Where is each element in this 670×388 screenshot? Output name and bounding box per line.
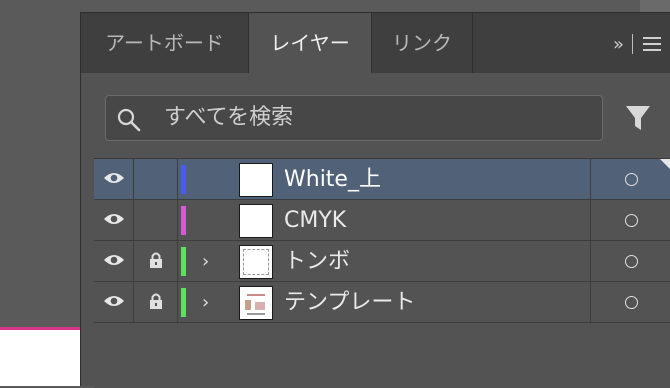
tab-layers[interactable]: レイヤー: [249, 13, 372, 73]
layer-row-white[interactable]: White_上: [94, 159, 670, 200]
eye-icon: [103, 252, 125, 271]
search-field[interactable]: すべてを検索: [105, 95, 603, 141]
eye-icon: [103, 293, 125, 312]
filter-icon[interactable]: [624, 103, 652, 137]
target-circle-icon: [624, 214, 638, 227]
layer-name[interactable]: White_上: [284, 159, 381, 200]
layer-color-swatch: [181, 247, 186, 276]
expand-panel-icon[interactable]: »: [613, 34, 624, 55]
target-circle-icon: [624, 173, 638, 186]
layer-thumbnail: [239, 245, 273, 279]
layer-thumbnail: [239, 163, 273, 197]
layer-name[interactable]: トンボ: [284, 241, 350, 282]
visibility-toggle[interactable]: [94, 282, 134, 323]
layer-thumbnail: [239, 286, 273, 320]
window-edge: [640, 0, 670, 12]
layer-target[interactable]: [590, 159, 670, 200]
layer-name[interactable]: CMYK: [284, 200, 346, 241]
divider: [632, 34, 633, 54]
layer-target[interactable]: [590, 241, 670, 282]
visibility-toggle[interactable]: [94, 200, 134, 241]
search-placeholder: すべてを検索: [164, 105, 294, 130]
hamburger-menu-icon[interactable]: [643, 37, 661, 51]
panel-tab-bar: アートボード レイヤー リンク »: [81, 13, 670, 73]
layer-color-swatch: [181, 165, 186, 194]
layer-target[interactable]: [590, 200, 670, 241]
lock-toggle[interactable]: [134, 159, 178, 200]
eye-icon: [103, 170, 125, 189]
layers-panel: アートボード レイヤー リンク » すべてを検索 White_上 CMYK › …: [80, 12, 670, 388]
chevron-right-icon[interactable]: ›: [202, 292, 209, 313]
tab-links[interactable]: リンク: [372, 13, 473, 73]
search-icon: [116, 107, 142, 137]
layer-list: White_上 CMYK › トンボ › テンプレート: [94, 158, 670, 388]
lock-icon: [149, 251, 163, 273]
layer-name[interactable]: テンプレート: [284, 282, 415, 323]
lock-toggle[interactable]: [134, 200, 178, 241]
panel-controls: »: [613, 33, 661, 55]
chevron-right-icon[interactable]: ›: [202, 251, 209, 272]
layer-row-cmyk[interactable]: CMYK: [94, 200, 670, 241]
eye-icon: [103, 211, 125, 230]
layer-color-swatch: [181, 206, 186, 235]
artboard: [0, 330, 80, 386]
lock-toggle[interactable]: [134, 282, 178, 323]
layer-row-tombo[interactable]: › トンボ: [94, 241, 670, 282]
layer-target[interactable]: [590, 282, 670, 323]
target-circle-icon: [624, 296, 638, 309]
selection-corner-icon: [660, 159, 670, 170]
lock-icon: [149, 292, 163, 314]
layer-thumbnail: [239, 204, 273, 238]
lock-toggle[interactable]: [134, 241, 178, 282]
visibility-toggle[interactable]: [94, 241, 134, 282]
target-circle-icon: [624, 255, 638, 268]
layer-row-template[interactable]: › テンプレート: [94, 282, 670, 323]
tab-artboards[interactable]: アートボード: [81, 13, 249, 73]
layer-color-swatch: [181, 288, 186, 317]
visibility-toggle[interactable]: [94, 159, 134, 200]
